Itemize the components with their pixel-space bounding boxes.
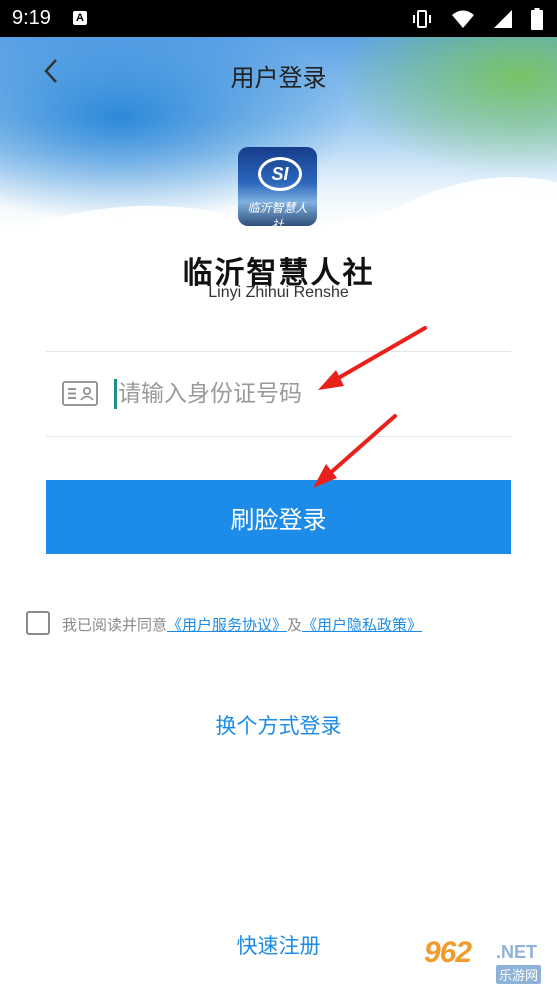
service-agreement-link[interactable]: 《用户服务协议》 [167,616,287,634]
watermark-suffix: .NET [496,942,538,962]
id-card-icon [62,381,98,406]
face-login-button[interactable]: 刷脸登录 [46,480,511,554]
status-icons [411,8,543,30]
status-time: 9:19 [12,7,51,29]
app-logo: SI 临沂智慧人社 [238,147,317,226]
site-watermark: 962 .NET 乐游网 [418,936,553,986]
id-number-field[interactable] [46,351,511,437]
agreement-text: 我已阅读并同意《用户服务协议》及《用户隐私政策》 [62,614,422,635]
agreement-checkbox[interactable] [26,611,50,635]
privacy-policy-link[interactable]: 《用户隐私政策》 [302,616,422,634]
notification-a-icon: A [73,11,87,25]
logo-si-mark: SI [258,157,302,191]
agreement-connector: 及 [287,616,303,634]
watermark-cn: 乐游网 [496,965,542,984]
status-bar: 9:19 A [0,0,557,37]
app-name-en: Linyi Zhihui Renshe [208,284,349,301]
switch-login-method-link[interactable]: 换个方式登录 [0,710,557,740]
battery-icon [531,8,543,30]
wifi-icon [452,10,474,28]
id-number-input[interactable] [118,374,498,414]
watermark-number: 962 [424,936,472,969]
logo-script: 临沂智慧人社 [247,201,308,226]
vibrate-icon [413,10,431,28]
text-cursor [114,379,117,409]
agreement-prefix: 我已阅读并同意 [62,616,168,634]
signal-icon [494,10,512,28]
page-title: 用户登录 [230,64,327,92]
